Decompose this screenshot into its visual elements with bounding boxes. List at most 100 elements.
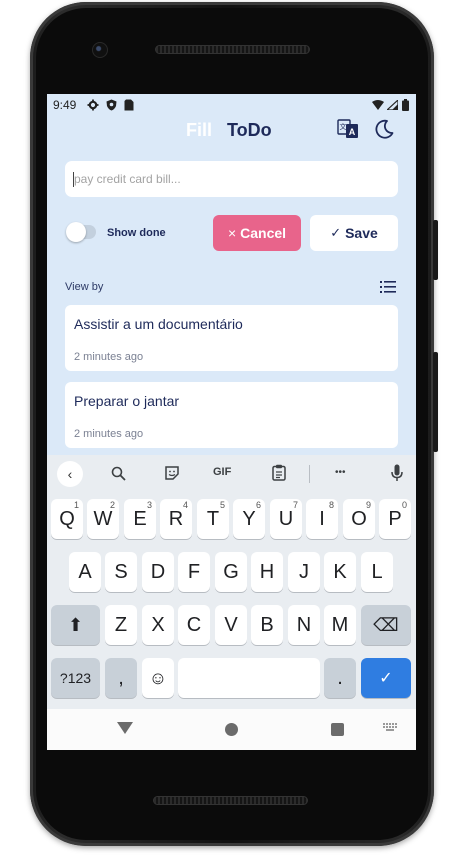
back-chevron-icon[interactable]: ‹ [57, 461, 83, 487]
key-label: I [319, 507, 325, 530]
keyboard-switch-icon[interactable] [383, 723, 397, 733]
key-z[interactable]: Z [105, 605, 137, 645]
text-caret [73, 172, 74, 187]
show-done-label: Show done [107, 227, 166, 239]
key-hint: 8 [328, 500, 334, 510]
key-b[interactable]: B [251, 605, 283, 645]
front-camera [92, 42, 108, 58]
key-hint: 4 [182, 500, 188, 510]
key-l[interactable]: L [361, 552, 393, 592]
key-d[interactable]: D [142, 552, 174, 592]
screen: 9:49 Fill ToDo A 文 pay credit card bill.… [47, 94, 416, 750]
cancel-button-label: Cancel [240, 225, 287, 241]
list-view-icon[interactable] [380, 280, 396, 294]
cancel-button[interactable]: × Cancel [213, 215, 301, 251]
key-m[interactable]: M [324, 605, 356, 645]
battery-icon [402, 99, 409, 111]
sim-icon [124, 99, 134, 111]
key-label: P [388, 507, 402, 530]
nav-home-icon[interactable] [225, 723, 238, 736]
key-v[interactable]: V [215, 605, 247, 645]
key-label: W [93, 507, 113, 530]
comma-key[interactable]: , [105, 658, 137, 698]
key-o[interactable]: O9 [343, 499, 375, 539]
translate-icon[interactable]: A 文 [337, 118, 359, 140]
key-label: U [278, 507, 294, 530]
dark-mode-moon-icon[interactable] [373, 118, 395, 140]
volume-button [433, 220, 438, 280]
shift-key[interactable]: ⬆ [51, 605, 100, 645]
nav-recents-icon[interactable] [331, 723, 344, 736]
todo-title: Preparar o jantar [74, 393, 180, 409]
key-x[interactable]: X [142, 605, 174, 645]
todo-input[interactable] [65, 161, 398, 197]
key-y[interactable]: Y6 [233, 499, 265, 539]
key-hint: 7 [292, 500, 298, 510]
svg-text:A: A [349, 127, 356, 137]
check-icon: ✓ [330, 225, 342, 240]
keyboard-toolbar: ‹ GIF ••• [47, 455, 416, 491]
top-speaker [155, 45, 310, 54]
show-done-toggle-knob[interactable] [66, 222, 86, 242]
key-q[interactable]: Q1 [51, 499, 83, 539]
todo-time: 2 minutes ago [74, 428, 144, 440]
key-e[interactable]: E3 [124, 499, 156, 539]
key-h[interactable]: H [251, 552, 283, 592]
more-options-icon[interactable]: ••• [335, 467, 346, 478]
toolbar-divider [309, 465, 310, 483]
gif-button[interactable]: GIF [213, 466, 231, 478]
backspace-key[interactable]: ⌫ [361, 605, 411, 645]
nav-back-icon[interactable] [117, 722, 133, 734]
key-hint: 3 [146, 500, 152, 510]
todo-card[interactable]: Assistir a um documentário 2 minutes ago [65, 305, 398, 371]
key-k[interactable]: K [324, 552, 356, 592]
svg-text:文: 文 [340, 122, 347, 131]
search-icon[interactable] [111, 466, 126, 481]
soft-keyboard: ‹ GIF ••• Q 1 W 2 E 3 R 4 T 5 Y 6 U 7 I … [47, 455, 416, 709]
microphone-icon[interactable] [391, 464, 403, 482]
enter-key[interactable]: ✓ [361, 658, 411, 698]
key-n[interactable]: N [288, 605, 320, 645]
key-j[interactable]: J [288, 552, 320, 592]
clipboard-icon[interactable] [272, 464, 286, 481]
view-by-label: View by [65, 281, 104, 293]
status-bar: 9:49 [47, 94, 416, 116]
key-label: Q [59, 507, 75, 530]
save-button-label: Save [345, 225, 378, 241]
key-f[interactable]: F [178, 552, 210, 592]
period-key[interactable]: . [324, 658, 356, 698]
power-button [433, 352, 438, 452]
key-s[interactable]: S [105, 552, 137, 592]
key-label: E [133, 507, 147, 530]
key-a[interactable]: A [69, 552, 101, 592]
todo-card[interactable]: Preparar o jantar 2 minutes ago [65, 382, 398, 448]
key-w[interactable]: W2 [87, 499, 119, 539]
save-button[interactable]: ✓ Save [310, 215, 398, 251]
key-hint: 1 [73, 500, 79, 510]
key-c[interactable]: C [178, 605, 210, 645]
key-u[interactable]: U7 [270, 499, 302, 539]
key-label: T [206, 507, 220, 530]
space-key[interactable] [178, 658, 320, 698]
key-p[interactable]: P0 [379, 499, 411, 539]
key-hint: 6 [255, 500, 261, 510]
key-hint: 2 [109, 500, 115, 510]
symbols-key[interactable]: ?123 [51, 658, 100, 698]
key-hint: 9 [365, 500, 371, 510]
key-i[interactable]: I8 [306, 499, 338, 539]
close-icon: × [227, 225, 237, 241]
emoji-key[interactable]: ☺ [142, 658, 174, 698]
key-r[interactable]: R4 [160, 499, 192, 539]
todo-title: Assistir a um documentário [74, 316, 243, 332]
key-label: Y [242, 507, 256, 530]
key-label: R [168, 507, 184, 530]
app-title-todo: ToDo [227, 120, 272, 140]
navigation-bar [47, 709, 416, 750]
key-label: O [351, 507, 367, 530]
key-t[interactable]: T5 [197, 499, 229, 539]
key-g[interactable]: G [215, 552, 247, 592]
status-time: 9:49 [53, 98, 77, 112]
shield-icon [106, 99, 117, 111]
sticker-icon[interactable] [164, 465, 180, 481]
todo-time: 2 minutes ago [74, 351, 144, 363]
